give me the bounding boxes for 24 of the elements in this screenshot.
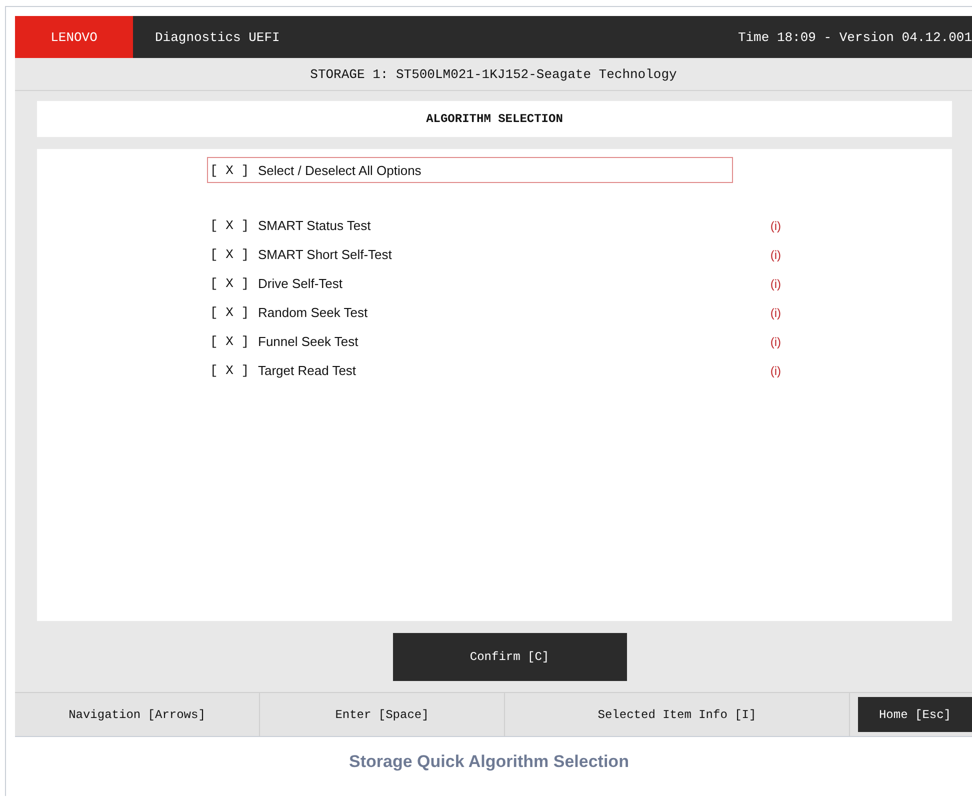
confirm-button[interactable]: Confirm [C] bbox=[392, 633, 626, 681]
app-title: Diagnostics UEFI bbox=[155, 30, 281, 44]
shortcut-key[interactable]: Home [Esc] bbox=[858, 697, 972, 732]
info-link[interactable]: (i) bbox=[770, 218, 781, 232]
panel-title: ALGORITHM SELECTION bbox=[37, 101, 952, 137]
algorithm-option[interactable]: [ X ] Random Seek Test (i) bbox=[207, 298, 782, 327]
algorithm-option[interactable]: [ X ] Funnel Seek Test (i) bbox=[207, 327, 782, 356]
shortcut-key[interactable]: Navigation [Arrows] bbox=[15, 693, 260, 736]
info-link[interactable]: (i) bbox=[770, 276, 781, 290]
algorithm-option[interactable]: [ X ] SMART Status Test (i) bbox=[207, 211, 782, 240]
info-link[interactable]: (i) bbox=[770, 306, 781, 320]
time-version: Time 18:09 - Version 04.12.001 bbox=[738, 30, 972, 44]
shortcut-key[interactable]: Enter [Space] bbox=[260, 693, 505, 736]
info-link[interactable]: (i) bbox=[770, 364, 781, 378]
algorithm-option[interactable]: [ X ] Drive Self-Test (i) bbox=[207, 269, 782, 298]
info-link[interactable]: (i) bbox=[770, 334, 781, 348]
shortcut-key[interactable]: Selected Item Info [I] bbox=[505, 693, 850, 736]
device-name: STORAGE 1: ST500LM021-1KJ152-Seagate Technology bbox=[310, 66, 677, 82]
info-link[interactable]: (i) bbox=[770, 248, 781, 262]
figure-caption: Storage Quick Algorithm Selection bbox=[349, 752, 629, 772]
select-all-option[interactable]: [ X ] Select / Deselect All Options bbox=[207, 157, 733, 183]
algorithm-option[interactable]: [ X ] Target Read Test (i) bbox=[207, 356, 782, 385]
algorithm-option[interactable]: [ X ] SMART Short Self-Test (i) bbox=[207, 240, 782, 269]
logo: LENOVO bbox=[15, 16, 133, 58]
